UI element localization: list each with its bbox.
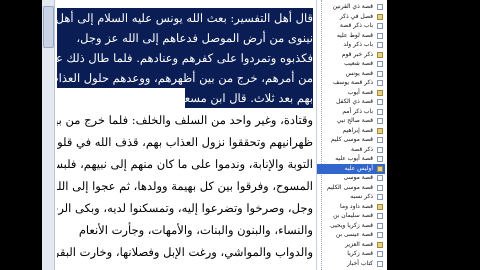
tree-item-label: قصة لوط عليه <box>336 31 373 39</box>
checkbox-icon[interactable] <box>377 89 383 96</box>
text-line: فكذبوه وتمردوا على كفرهم وعنادهم. فلما ط… <box>57 48 313 68</box>
checkbox-icon[interactable] <box>377 260 383 267</box>
text-line: وقتادة، وغير واحد من السلف والخلف: فلما … <box>57 113 313 127</box>
tree-item-label: قصة أيوب عليه <box>335 155 373 162</box>
checkbox-icon[interactable] <box>377 241 383 248</box>
tree-item-label: قصة زكريا <box>347 250 373 257</box>
checkbox-icon[interactable] <box>377 175 383 181</box>
tree-item-label: قصة موسى كليم <box>330 136 373 143</box>
checkbox-icon[interactable] <box>377 99 383 105</box>
tree-item-label: ذكر نسبه <box>350 193 373 200</box>
text-line: وجل، وصرخوا وتضرعوا إليه، وتمسكنوا لديه،… <box>57 201 313 215</box>
checkbox-icon[interactable] <box>377 118 383 124</box>
checkbox-icon[interactable] <box>377 4 383 10</box>
checkbox-icon[interactable] <box>377 32 383 39</box>
checkbox-icon[interactable] <box>377 222 383 229</box>
vertical-scrollbar[interactable] <box>42 0 55 270</box>
tree-item-label: كتاب أخبار <box>347 259 373 267</box>
tree-item-label: قصة عيسى بن <box>335 231 373 238</box>
text-line: قال أهل التفسير: بعث الله يونس عليه السل… <box>57 8 313 28</box>
tree-item-label: قصة صالح نبي <box>336 117 373 124</box>
tree-item-label: قصة داود وما <box>340 202 373 210</box>
text-line: المسوح، وفرقوا بين كل بهيمة وولدها، ثم ع… <box>57 179 313 193</box>
scrollbar-thumb[interactable] <box>43 6 54 48</box>
tree-item-label: ذكر قصة <box>350 145 373 153</box>
tree-item-label: قصة إبراهيم <box>342 126 373 134</box>
checkbox-icon[interactable] <box>377 232 383 238</box>
tree-item-label: قصة العزير <box>345 240 373 248</box>
tree-item-label: باب ذكر قصة <box>339 22 373 29</box>
checkbox-icon[interactable] <box>377 13 383 20</box>
checkbox-icon[interactable] <box>377 70 383 77</box>
checkbox-icon[interactable] <box>377 203 383 210</box>
checkbox-icon[interactable] <box>377 61 383 67</box>
checkbox-icon[interactable] <box>377 165 383 172</box>
tree-item-label: قصة موسى <box>343 174 373 181</box>
tree-item-label: قصة موسى الكليم <box>326 183 373 191</box>
text-line: والدواب والمواشي، ورغت الإبل وفصلانها، و… <box>57 245 313 259</box>
tree-item-label: قصة يونس <box>345 69 373 77</box>
checkbox-icon[interactable] <box>377 51 383 58</box>
checkbox-icon[interactable] <box>377 156 383 162</box>
tree-item-label: قصة أيوب <box>347 88 373 96</box>
checkbox-icon[interactable] <box>377 108 383 115</box>
checkbox-icon[interactable] <box>377 251 383 257</box>
tree-item-label: فصل في ذكر <box>339 12 373 20</box>
checkbox-icon[interactable] <box>377 213 383 219</box>
checkbox-icon[interactable] <box>377 194 383 200</box>
text-line: ظهرانيهم وتحققوا نزول العذاب بهم، قذف ال… <box>57 135 313 149</box>
checkbox-icon[interactable] <box>377 42 383 48</box>
book-text-pane: قال أهل التفسير: بعث الله يونس عليه السل… <box>55 0 315 270</box>
checkbox-icon[interactable] <box>377 137 383 143</box>
tree-item[interactable]: كتاب أخبار <box>317 259 385 270</box>
tree-item-label: قصة سليمان بن <box>333 212 373 219</box>
checkbox-icon[interactable] <box>377 184 383 191</box>
tree-item-label: قصة شعيب <box>344 60 373 67</box>
checkbox-icon[interactable] <box>377 127 383 134</box>
tree-item-label: قصة ذي القرنين <box>332 3 373 10</box>
text-line: والنساء، والبنون والبنات، والأمهات، وجأر… <box>78 223 313 237</box>
checkbox-icon[interactable] <box>377 80 383 86</box>
tree-item-label: باب ذكر أمم <box>342 107 373 115</box>
tree-item-label: أوليس عليه <box>344 164 373 172</box>
checkbox-icon[interactable] <box>377 23 383 29</box>
tree-item-label: باب ذكر ولد <box>343 41 373 48</box>
chapter-tree: قصة ذي القرنين فصل في ذكر باب ذكر قصة قصة ل… <box>316 0 387 270</box>
text-line: بهم بعد ثلاث. قال ابن مسعود، ومجاهد، وسع… <box>185 88 313 108</box>
text-line: من أمرهم، خرج من بين أظهرهم، ووعدهم حلول… <box>57 68 313 88</box>
tree-item-label: قصة زكريا ويحيى <box>330 221 373 229</box>
text-line: نينوى من أرض الموصل فدعاهم إلى الله عز و… <box>57 28 313 48</box>
tree-item-label: ذكر قصة يوسف <box>333 79 373 86</box>
tree-item-label: ذكر خبر قوم <box>341 50 373 58</box>
text-line: التوبة والإنابة، وندموا على ما كان منهم … <box>57 157 313 171</box>
checkbox-icon[interactable] <box>377 146 383 153</box>
tree-item-label: قصة ذي الكفل <box>336 98 373 105</box>
